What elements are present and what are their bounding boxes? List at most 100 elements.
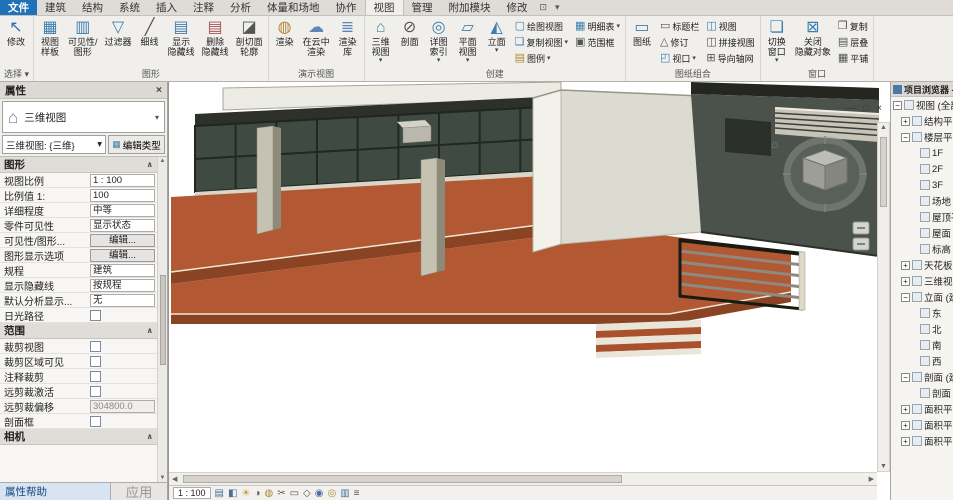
tab-annotate[interactable]: 注释 — [185, 0, 222, 15]
collapse-icon[interactable]: ∧ — [147, 326, 154, 335]
view-selector-dropdown[interactable]: 三维视图: {三维} ▾ — [2, 135, 106, 154]
render-gallery-button[interactable]: ≣渲染库 — [334, 17, 362, 67]
tile-button[interactable]: ▦平铺 — [835, 50, 871, 66]
crop-view-icon[interactable]: ✂ — [277, 487, 285, 500]
modify-button[interactable]: ↖修改 — [2, 17, 30, 67]
edit-button[interactable]: 编辑... — [90, 249, 155, 262]
tab-options-dropdown-icon[interactable]: ▾ — [551, 0, 564, 15]
replicate-button[interactable]: ❐复制 — [835, 18, 871, 34]
tree-item[interactable]: +结构平面 — [891, 113, 953, 129]
tree-item[interactable]: +三维视图 — [891, 273, 953, 289]
tree-item[interactable]: 3F — [891, 177, 953, 193]
tree-item[interactable]: 北 — [891, 321, 953, 337]
tree-item[interactable]: 屋面 — [891, 225, 953, 241]
tab-structure[interactable]: 结构 — [74, 0, 111, 15]
collapse-icon[interactable]: ∧ — [147, 160, 154, 169]
property-checkbox[interactable] — [90, 416, 101, 427]
scroll-left-icon[interactable]: ◀ — [172, 475, 177, 483]
property-value[interactable]: 无 — [90, 294, 155, 307]
type-selector[interactable]: ⌂ 三维视图 ▾ — [2, 101, 165, 133]
temp-view-properties-icon[interactable]: ▥ — [340, 487, 349, 500]
visibility-graphics-button[interactable]: ▥可见性/图形 — [65, 17, 101, 67]
property-value[interactable]: 1 : 100 — [90, 174, 155, 187]
tab-architecture[interactable]: 建筑 — [37, 0, 74, 15]
title-block-button[interactable]: ▭标题栏 — [657, 18, 702, 34]
tab-addins[interactable]: 附加模块 — [441, 0, 499, 15]
edit-type-button[interactable]: ▦ 编辑类型 — [108, 135, 165, 154]
reveal-hidden-icon[interactable]: ◎ — [327, 487, 336, 500]
plan-views-button[interactable]: ▱平面视图▾ — [454, 17, 482, 67]
temp-hide-isolate-icon[interactable]: ◉ — [315, 487, 324, 500]
close-hidden-button[interactable]: ⊠关闭隐藏对象 — [792, 17, 834, 67]
tab-collaborate[interactable]: 协作 — [328, 0, 365, 15]
expand-icon[interactable]: + — [901, 277, 910, 286]
tree-item[interactable]: 东 — [891, 305, 953, 321]
section-header[interactable]: 图形∧ — [0, 157, 167, 173]
scroll-right-icon[interactable]: ▶ — [869, 475, 874, 483]
collapse-icon[interactable]: − — [901, 373, 910, 382]
crop-region-icon[interactable]: ▭ — [290, 487, 299, 500]
property-checkbox[interactable] — [90, 356, 101, 367]
schedules-button[interactable]: ▦明细表▾ — [572, 18, 623, 34]
section-header[interactable]: 相机∧ — [0, 429, 167, 445]
tab-view[interactable]: 视图 — [365, 0, 404, 15]
property-checkbox[interactable] — [90, 386, 101, 397]
properties-scrollbar[interactable]: ▲ ▼ — [157, 157, 167, 482]
callout-button[interactable]: ◎详图索引▾ — [425, 17, 453, 67]
revisions-button[interactable]: △修订 — [657, 34, 702, 50]
tree-item[interactable]: −剖面 (建筑剖面) — [891, 369, 953, 385]
collapse-icon[interactable]: − — [893, 101, 902, 110]
section-button[interactable]: ⊘剖面 — [396, 17, 424, 67]
property-checkbox[interactable] — [90, 371, 101, 382]
horizontal-scrollbar[interactable]: ◀ ▶ — [169, 472, 877, 485]
tree-item[interactable]: +面积平面 (净面积) — [891, 417, 953, 433]
render-dialog-icon[interactable]: ◍ — [264, 487, 273, 500]
tab-analyze[interactable]: 分析 — [222, 0, 259, 15]
section-header[interactable]: 范围∧ — [0, 323, 167, 339]
tab-systems[interactable]: 系统 — [111, 0, 148, 15]
sun-path-icon[interactable]: ☀ — [241, 487, 250, 500]
property-checkbox[interactable] — [90, 341, 101, 352]
collapse-icon[interactable]: − — [901, 133, 910, 142]
tree-item[interactable]: 剖面 1 — [891, 385, 953, 401]
tab-file[interactable]: 文件 — [0, 0, 37, 15]
close-view-icon[interactable]: × — [876, 104, 882, 114]
cascade-button[interactable]: ▤层叠 — [835, 34, 871, 50]
tab-modify[interactable]: 修改 — [499, 0, 536, 15]
expand-icon[interactable]: + — [901, 421, 910, 430]
drawing-area[interactable]: ⌂ —□× ▲ ▼ ◀ ▶ 1 : 100▤◧☀◑◍✂▭◇◉◎ — [168, 82, 890, 500]
scrollbar-thumb[interactable] — [160, 275, 166, 365]
shadows-icon[interactable]: ◑ — [254, 487, 260, 500]
show-hidden-lines-button[interactable]: ▤显示隐藏线 — [165, 17, 198, 67]
cut-profile-button[interactable]: ◪剖切面轮廓 — [233, 17, 266, 67]
viewports-button[interactable]: ◰视口▾ — [657, 50, 702, 66]
tree-item[interactable]: −视图 (全部) — [891, 97, 953, 113]
property-value[interactable]: 304800.0 — [90, 400, 155, 413]
render-in-cloud-button[interactable]: ☁在云中渲染 — [300, 17, 333, 67]
tree-item[interactable]: +面积平面 (总建筑面积) — [891, 433, 953, 449]
tree-item[interactable]: 屋顶平面 — [891, 209, 953, 225]
legends-button[interactable]: ▤图例▾ — [512, 50, 571, 66]
view-reference-button[interactable]: ◫视图 — [703, 18, 757, 34]
visual-style-icon[interactable]: ◧ — [228, 487, 237, 500]
tree-item[interactable]: 标高 1 — [891, 241, 953, 257]
expand-icon[interactable]: + — [901, 437, 910, 446]
selection-box-icon[interactable]: ⊡ — [536, 0, 552, 15]
sheet-button[interactable]: ▭图纸 — [628, 17, 656, 67]
scroll-down-icon[interactable]: ▼ — [160, 475, 166, 481]
expand-icon[interactable]: + — [901, 117, 910, 126]
minimize-view-icon[interactable]: — — [846, 104, 856, 114]
expand-icon[interactable]: + — [901, 405, 910, 414]
tree-item[interactable]: −楼层平面 — [891, 129, 953, 145]
collapse-icon[interactable]: ∧ — [147, 432, 154, 441]
tree-item[interactable]: +天花板平面 — [891, 257, 953, 273]
thin-lines-button[interactable]: ╱细线 — [136, 17, 164, 67]
restore-view-icon[interactable]: □ — [863, 104, 869, 114]
property-checkbox[interactable] — [90, 310, 101, 321]
property-value[interactable]: 按规程 — [90, 279, 155, 292]
close-icon[interactable]: × — [156, 84, 162, 96]
tree-item[interactable]: 南 — [891, 337, 953, 353]
property-value[interactable]: 显示状态 — [90, 219, 155, 232]
expand-icon[interactable]: + — [901, 261, 910, 270]
tree-item[interactable]: 场地 — [891, 193, 953, 209]
